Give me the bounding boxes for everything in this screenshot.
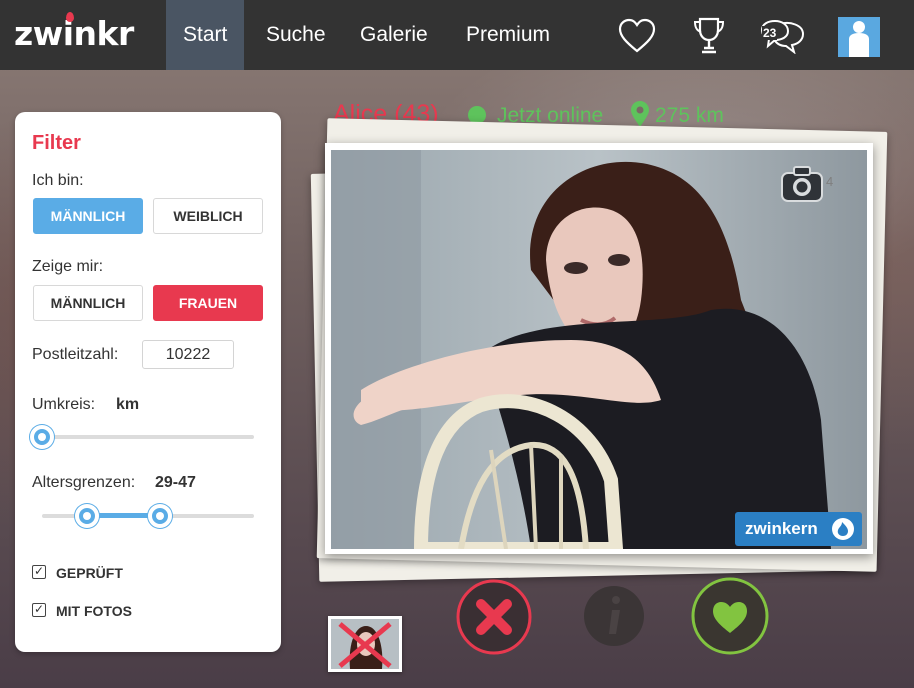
distance-text: 275 km [655,104,724,127]
zwinkr-logo[interactable]: zwinkr [14,14,134,53]
show-me-label: Zeige mir: [32,258,104,275]
reject-button[interactable] [455,578,533,656]
age-max-handle[interactable] [148,504,172,528]
radius-label: Umkreis: [32,396,96,413]
filter-panel: Filter Ich bin: MÄNNLICH WEIBLICH Zeige … [15,112,281,652]
i-am-label: Ich bin: [32,172,84,189]
verified-label: GEPRÜFT [56,565,123,581]
profile-photo[interactable] [331,150,867,549]
verified-checkbox[interactable]: ✓ [32,565,46,579]
logo-flame-icon [66,12,74,22]
trophy-icon[interactable] [692,16,726,56]
nav-start[interactable]: Start [166,0,245,70]
i-am-male-button[interactable]: MÄNNLICH [33,198,143,234]
camera-icon[interactable] [780,164,826,204]
wink-flame-icon [832,518,854,540]
radius-unit: km [116,396,140,413]
i-am-female-button[interactable]: WEIBLICH [153,198,263,234]
location-pin-icon [631,101,649,127]
info-button[interactable] [582,584,646,648]
previous-profile-thumbnail[interactable] [328,616,402,672]
user-avatar-icon[interactable] [838,17,880,57]
heart-icon[interactable] [618,18,656,54]
zip-label: Postleitzahl: [32,346,119,363]
show-me-women-button[interactable]: FRAUEN [153,285,263,321]
age-range-value: 29-47 [155,474,196,491]
filter-title: Filter [32,132,81,154]
with-photos-checkbox[interactable]: ✓ [32,603,46,617]
wink-button-label: zwinkern [745,519,818,538]
age-label: Altersgrenzen: [32,474,136,491]
like-button[interactable] [690,576,770,656]
nav-suche[interactable]: Suche [249,0,343,70]
radius-slider-track[interactable] [42,435,254,439]
with-photos-label: MIT FOTOS [56,603,132,619]
nav-galerie[interactable]: Galerie [343,0,445,70]
age-min-handle[interactable] [75,504,99,528]
nav-premium[interactable]: Premium [449,0,567,70]
zip-input[interactable]: 10222 [142,340,234,369]
chat-count-badge: 23 [762,26,778,40]
show-me-male-button[interactable]: MÄNNLICH [33,285,143,321]
photo-count: 4 [826,174,834,189]
radius-slider-handle[interactable] [30,425,54,449]
top-navigation-bar: zwinkr Start Suche Galerie Premium 23 [0,0,914,70]
